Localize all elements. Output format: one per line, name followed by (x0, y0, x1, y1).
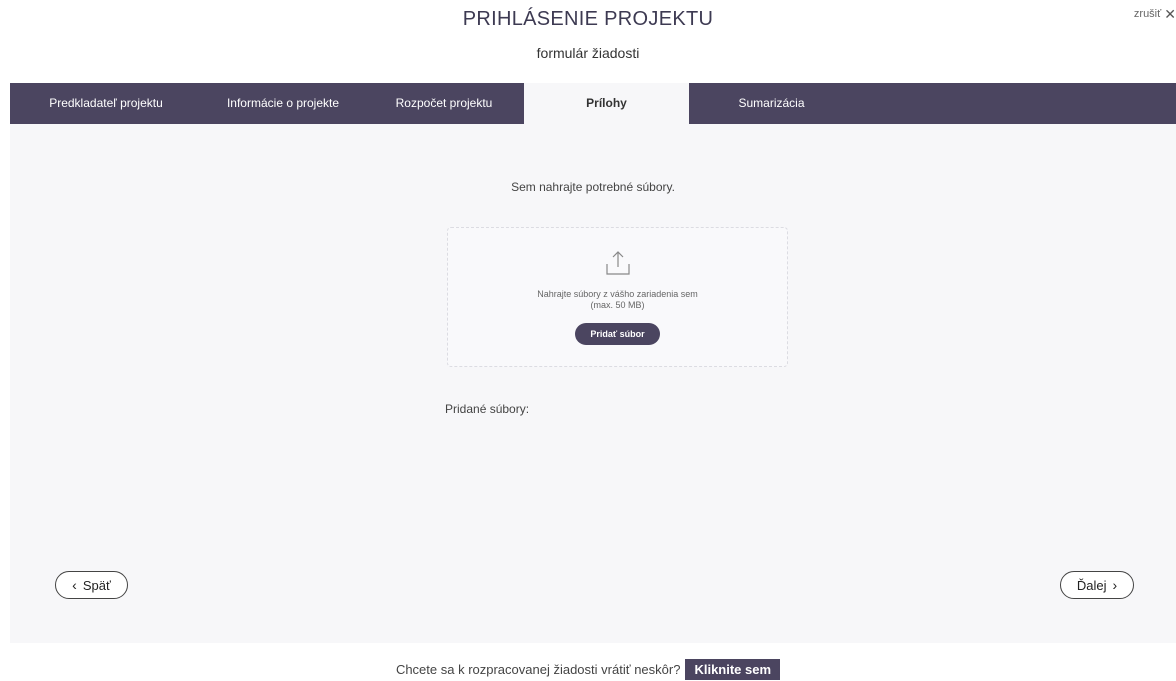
added-files-label: Pridané súbory: (445, 402, 530, 416)
back-button[interactable]: ‹ Späť (55, 571, 128, 599)
dropzone-text-line2: (max. 50 MB) (590, 300, 645, 310)
footer-question: Chcete sa k rozpracovanej žiadosti vráti… (395, 661, 681, 677)
footer: Chcete sa k rozpracovanej žiadosti vráti… (0, 657, 1176, 681)
next-label: Ďalej (1076, 577, 1107, 593)
return-later-button[interactable]: Kliknite sem (685, 658, 781, 680)
file-dropzone[interactable]: Nahrajte súbory z vášho zariadenia sem (… (447, 227, 788, 367)
tab-applicant[interactable]: Predkladateľ projektu (10, 83, 202, 124)
upload-icon (606, 251, 630, 275)
chevron-left-icon: ‹ (72, 577, 77, 593)
tab-project-info[interactable]: Informácie o projekte (202, 83, 364, 124)
header: PRIHLÁSENIE PROJEKTU formulár žiadosti z… (0, 0, 1176, 83)
cancel-button[interactable]: zrušiť ✕ (1133, 5, 1176, 22)
add-file-button[interactable]: Pridať súbor (575, 323, 660, 345)
dropzone-text: Nahrajte súbory z vášho zariadenia sem (… (448, 289, 787, 311)
back-label: Späť (82, 577, 111, 593)
dropzone-text-line1: Nahrajte súbory z vášho zariadenia sem (537, 289, 698, 299)
tab-budget[interactable]: Rozpočet projektu (364, 83, 524, 124)
tab-bar: Predkladateľ projektu Informácie o proje… (10, 83, 1176, 124)
tab-attachments[interactable]: Prílohy (524, 83, 689, 124)
upload-intro: Sem nahrajte potrebné súbory. (511, 180, 675, 194)
page-subtitle: formulár žiadosti (536, 45, 640, 61)
page-title: PRIHLÁSENIE PROJEKTU (462, 8, 714, 30)
tab-summary[interactable]: Sumarizácia (689, 83, 854, 124)
cancel-label: zrušiť (1133, 8, 1162, 20)
chevron-right-icon: › (1112, 577, 1118, 593)
attachments-panel: Sem nahrajte potrebné súbory. Nahrajte s… (10, 124, 1176, 643)
next-button[interactable]: Ďalej › (1060, 571, 1134, 599)
close-icon: ✕ (1164, 5, 1176, 22)
